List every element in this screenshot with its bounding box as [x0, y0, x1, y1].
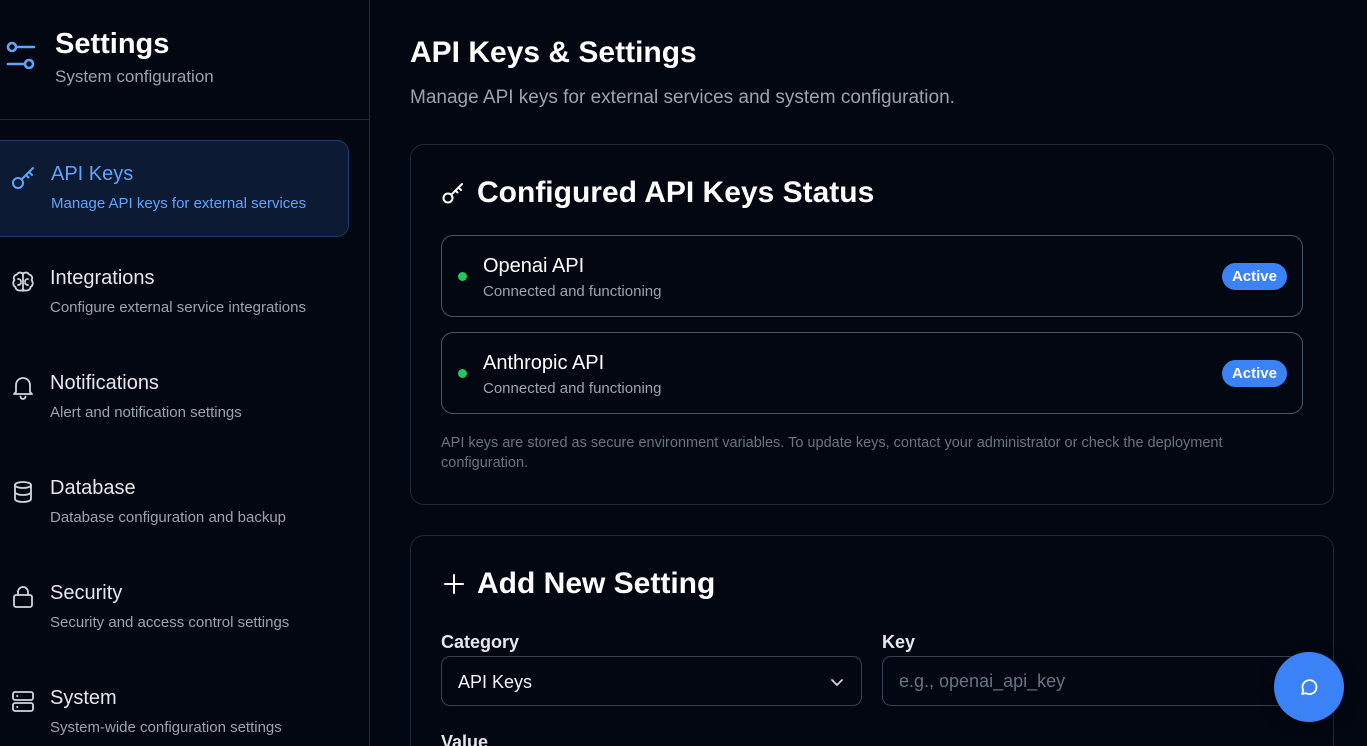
- api-key-name: Anthropic API: [483, 352, 605, 374]
- sidebar-item-security[interactable]: Security Security and access control set…: [0, 560, 349, 657]
- api-key-status: Connected and functioning: [483, 283, 662, 300]
- chat-icon: [1301, 679, 1318, 696]
- sidebar-item-desc: Configure external service integrations: [50, 299, 306, 316]
- status-badge: Active: [1221, 263, 1287, 290]
- card-header: Configured API Keys Status: [441, 173, 874, 213]
- key-icon: [442, 183, 463, 204]
- sidebar-header: Settings System configuration: [0, 0, 369, 120]
- status-badge: Active: [1221, 360, 1287, 387]
- sidebar-item-desc: Security and access control settings: [50, 614, 290, 631]
- category-label: Category: [441, 632, 520, 652]
- main-content: API Keys & Settings Manage API keys for …: [370, 0, 1367, 746]
- sidebar-subtitle: System configuration: [55, 67, 214, 86]
- lock-icon: [13, 586, 33, 608]
- api-key-row: Openai API Connected and functioning Act…: [441, 235, 1303, 317]
- chevron-down-icon: [831, 679, 843, 686]
- api-key-name: Openai API: [483, 255, 585, 277]
- key-label: Key: [882, 632, 916, 652]
- sidebar-item-api-keys[interactable]: API Keys Manage API keys for external se…: [0, 140, 349, 237]
- card-header: Add New Setting: [441, 564, 715, 604]
- plus-icon: [444, 574, 464, 594]
- api-key-status: Connected and functioning: [483, 380, 662, 397]
- key-input[interactable]: [882, 656, 1303, 706]
- server-icon: [12, 691, 34, 712]
- sidebar-item-label: Database: [50, 477, 136, 499]
- sidebar: Settings System configuration API Keys M…: [0, 0, 370, 746]
- add-setting-card: Add New Setting Category API Keys Key Va…: [410, 535, 1334, 746]
- sidebar-item-label: Security: [50, 582, 123, 604]
- status-dot: [458, 369, 467, 378]
- page-subtitle: Manage API keys for external services an…: [410, 87, 955, 108]
- sidebar-item-integrations[interactable]: Integrations Configure external service …: [0, 245, 349, 342]
- page-title: API Keys & Settings: [410, 36, 697, 69]
- api-key-row: Anthropic API Connected and functioning …: [441, 332, 1303, 414]
- database-icon: [14, 481, 32, 503]
- sidebar-title: Settings: [55, 28, 170, 60]
- sidebar-item-system[interactable]: System System-wide configuration setting…: [0, 665, 349, 746]
- sidebar-item-desc: Manage API keys for external services: [51, 195, 307, 212]
- card-title: Add New Setting: [477, 567, 716, 600]
- category-select[interactable]: API Keys: [441, 656, 862, 706]
- value-label: Value: [441, 732, 489, 746]
- sidebar-item-label: Notifications: [50, 372, 159, 394]
- status-dot: [458, 272, 467, 281]
- sliders-icon: [6, 41, 36, 70]
- api-keys-status-card: Configured API Keys Status Openai API Co…: [410, 144, 1334, 505]
- sidebar-item-label: API Keys: [51, 163, 134, 185]
- sidebar-item-label: Integrations: [50, 267, 155, 289]
- sidebar-item-label: System: [50, 687, 117, 709]
- api-keys-note: API keys are stored as secure environmen…: [441, 435, 1223, 471]
- sidebar-item-desc: System-wide configuration settings: [50, 719, 282, 736]
- sidebar-item-desc: Alert and notification settings: [50, 404, 242, 421]
- chat-button[interactable]: [1274, 652, 1344, 722]
- sidebar-item-desc: Database configuration and backup: [50, 509, 287, 526]
- app-root: Settings System configuration API Keys M…: [0, 0, 1367, 746]
- brain-icon: [12, 271, 34, 292]
- sidebar-item-database[interactable]: Database Database configuration and back…: [0, 455, 349, 552]
- sidebar-item-notifications[interactable]: Notifications Alert and notification set…: [0, 350, 349, 447]
- key-icon: [12, 167, 34, 189]
- card-title: Configured API Keys Status: [477, 176, 875, 209]
- bell-icon: [13, 377, 33, 400]
- category-select-value: API Keys: [458, 672, 533, 692]
